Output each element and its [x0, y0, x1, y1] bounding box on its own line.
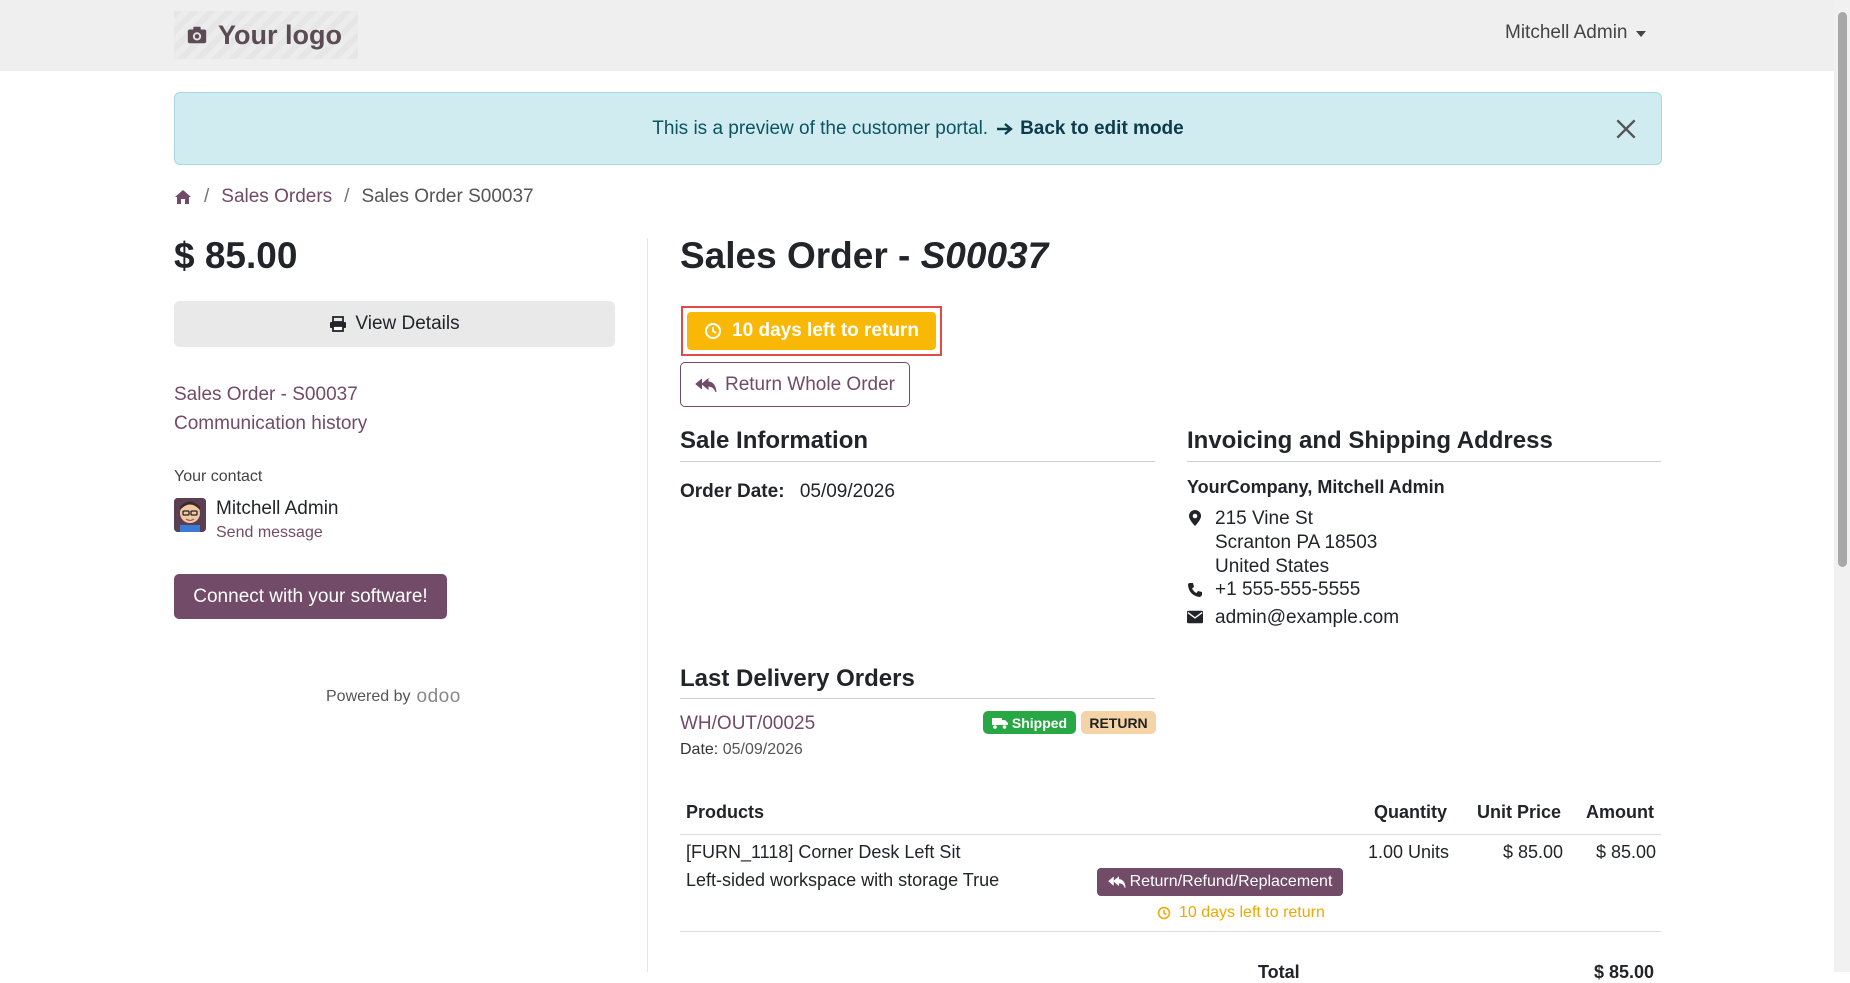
preview-alert: This is a preview of the customer portal…	[174, 92, 1662, 165]
address-street-block: 215 Vine St Scranton PA 18503 United Sta…	[1187, 507, 1377, 579]
delivery-date-value: 05/09/2026	[722, 741, 803, 758]
return-whole-label: Return Whole Order	[724, 373, 895, 395]
sale-info-rule	[680, 461, 1155, 462]
order-total-price: $ 85.00	[174, 235, 298, 276]
contact-card: Mitchell Admin Send message	[174, 498, 339, 542]
return-refund-replacement-label: Return/Refund/Replacement	[1129, 873, 1333, 890]
arrow-right-icon	[997, 122, 1013, 135]
clock-icon	[705, 323, 722, 339]
breadcrumb-separator: /	[204, 186, 210, 207]
logo-text: Your logo	[218, 19, 342, 50]
printer-icon	[330, 316, 347, 332]
back-to-edit-link[interactable]: Back to edit mode	[996, 118, 1184, 140]
map-marker-icon	[1189, 510, 1201, 526]
company-logo[interactable]: Your logo	[174, 11, 358, 59]
address-name: YourCompany, Mitchell Admin	[1187, 477, 1445, 497]
sale-info-title: Sale Information	[680, 427, 869, 454]
page-scrollbar[interactable]	[1834, 0, 1850, 972]
reply-all-icon	[1107, 876, 1126, 888]
address-street: 215 Vine St	[1215, 508, 1313, 529]
total-label: Total	[1258, 962, 1300, 982]
address-email-row: admin@example.com	[1187, 607, 1399, 629]
order-date-value: 05/09/2026	[799, 481, 895, 502]
col-header-quantity: Quantity	[1374, 802, 1448, 822]
phone-icon	[1188, 583, 1202, 597]
delivery-date: Date: 05/09/2026	[680, 741, 803, 759]
back-to-edit-text: Back to edit mode	[1020, 117, 1184, 139]
address-phone-row: +1 555-555-5555	[1187, 579, 1360, 601]
reply-all-icon	[695, 377, 717, 392]
return-whole-order-button[interactable]: Return Whole Order	[680, 362, 910, 407]
shipped-status-badge: Shipped	[983, 711, 1076, 734]
order-date: Order Date: 05/09/2026	[680, 481, 895, 503]
address-rule	[1187, 461, 1661, 462]
table-body-rule	[680, 931, 1661, 932]
contact-name: Mitchell Admin	[216, 498, 339, 519]
address-email: admin@example.com	[1215, 607, 1400, 628]
envelope-icon	[1187, 610, 1203, 624]
address-city: Scranton PA 18503	[1215, 532, 1378, 553]
address-title: Invoicing and Shipping Address	[1187, 427, 1553, 454]
top-navbar: Your logo Mitchell Admin	[0, 0, 1834, 71]
deliveries-title: Last Delivery Orders	[680, 665, 915, 692]
scrollbar-thumb[interactable]	[1838, 12, 1847, 567]
view-details-button[interactable]: View Details	[174, 301, 615, 347]
column-divider	[647, 238, 648, 972]
user-menu-dropdown[interactable]: Mitchell Admin	[1505, 22, 1646, 44]
odoo-logo[interactable]: odoo	[417, 686, 461, 708]
deliveries-rule	[680, 698, 1155, 699]
connect-software-button[interactable]: Connect with your software!	[174, 574, 447, 619]
line-return-days: 10 days left to return	[1157, 904, 1325, 922]
breadcrumb: / Sales Orders / Sales Order S00037	[174, 186, 534, 208]
line-return-days-label: 10 days left to return	[1179, 904, 1325, 921]
home-icon[interactable]	[174, 189, 192, 205]
user-name: Mitchell Admin	[1505, 22, 1628, 43]
product-amount: $ 85.00	[1596, 842, 1657, 862]
return-days-label: 10 days left to return	[732, 320, 919, 341]
address-phone: +1 555-555-5555	[1215, 579, 1361, 600]
truck-icon	[991, 717, 1008, 729]
table-header-rule	[680, 834, 1661, 835]
product-quantity: 1.00 Units	[1368, 842, 1450, 862]
breadcrumb-separator: /	[344, 186, 350, 207]
view-details-label: View Details	[355, 313, 460, 334]
sidebar-link-order[interactable]: Sales Order - S00037	[174, 380, 367, 409]
camera-icon	[187, 26, 207, 44]
powered-by: Powered by odoo	[326, 686, 461, 708]
page-title-ref: S00037	[920, 235, 1049, 276]
col-header-amount: Amount	[1586, 802, 1654, 822]
return-days-button[interactable]: 10 days left to return	[687, 312, 936, 350]
product-description: Left-sided workspace with storage True	[686, 870, 1000, 890]
sidebar-link-history[interactable]: Communication history	[174, 409, 367, 438]
return-refund-replacement-button[interactable]: Return/Refund/Replacement	[1097, 868, 1343, 896]
delivery-ref-link[interactable]: WH/OUT/00025	[680, 713, 815, 735]
product-unit-price: $ 85.00	[1503, 842, 1564, 862]
contact-label: Your contact	[174, 468, 263, 485]
address-country: United States	[1215, 556, 1330, 577]
total-value: $ 85.00	[1594, 962, 1655, 982]
avatar	[174, 498, 206, 532]
shipped-status-label: Shipped	[1011, 714, 1068, 731]
caret-down-icon	[1635, 31, 1646, 37]
alert-message: This is a preview of the customer portal…	[652, 117, 989, 139]
col-header-unit-price: Unit Price	[1477, 802, 1562, 822]
powered-by-text: Powered by	[326, 688, 411, 705]
delivery-date-label: Date:	[680, 741, 719, 758]
breadcrumb-sales-orders[interactable]: Sales Orders	[221, 186, 332, 208]
breadcrumb-current: Sales Order S00037	[361, 186, 534, 207]
col-header-products: Products	[686, 802, 765, 822]
clock-icon	[1157, 906, 1171, 920]
page-title: Sales Order - S00037	[680, 235, 1048, 277]
send-message-link[interactable]: Send message	[216, 524, 339, 542]
order-date-label: Order Date:	[680, 481, 785, 502]
page-title-prefix: Sales Order -	[680, 235, 921, 276]
close-icon[interactable]	[1613, 116, 1639, 142]
return-days-highlight: 10 days left to return	[681, 306, 942, 356]
sidebar-links: Sales Order - S00037 Communication histo…	[174, 380, 367, 438]
product-name: [FURN_1118] Corner Desk Left Sit	[686, 842, 961, 862]
return-badge: RETURN	[1081, 711, 1156, 734]
